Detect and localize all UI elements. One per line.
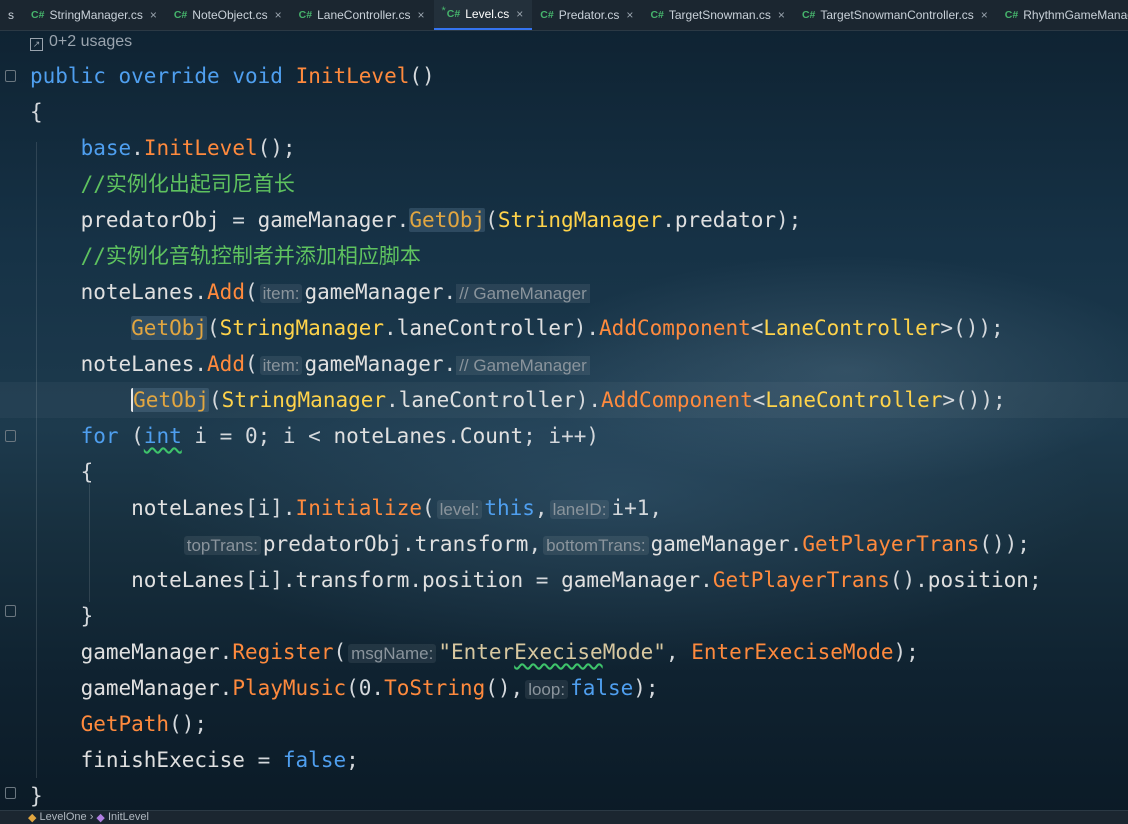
- class-icon: ◆: [28, 812, 37, 824]
- parameter-hint: msgName:: [348, 644, 437, 663]
- close-icon[interactable]: ×: [778, 8, 785, 22]
- code-comment: //实例化音轨控制者并添加相应脚本: [80, 244, 421, 268]
- code-line: }: [30, 784, 43, 808]
- tab-label: TargetSnowman.cs: [668, 8, 771, 22]
- editor-tab-bar: s C# StringManager.cs × C# NoteObject.cs…: [0, 0, 1128, 31]
- parameter-hint: bottomTrans:: [543, 536, 649, 555]
- code-line: GetPath();: [80, 712, 208, 736]
- parameter-hint: level:: [436, 500, 483, 519]
- parameter-hint: item:: [259, 356, 303, 375]
- close-icon[interactable]: ×: [981, 8, 988, 22]
- tab-label: Predator.cs: [558, 8, 620, 22]
- code-line-current: GetObj(StringManager.laneController).Add…: [0, 382, 1128, 418]
- tab-level[interactable]: * C# Level.cs ×: [433, 0, 533, 30]
- tab-label: Level.cs: [465, 7, 510, 21]
- code-line: base.InitLevel();: [80, 136, 296, 160]
- csharp-icon: C#: [173, 9, 188, 21]
- code-line: for (int i = 0; i < noteLanes.Count; i++…: [80, 424, 599, 448]
- csharp-icon: C#: [540, 9, 554, 21]
- tab-targetsnowmancontroller[interactable]: C# TargetSnowmanController.cs ×: [794, 0, 997, 30]
- code-editor[interactable]: public override void InitLevel() { base.…: [0, 30, 1128, 810]
- code-line: noteLanes.Add(item: gameManager.// GameMa…: [30, 346, 590, 382]
- tab-noteobject[interactable]: C# NoteObject.cs ×: [166, 0, 291, 30]
- breadcrumb: ◆ LevelOne › ◆ InitLevel: [0, 810, 1128, 824]
- csharp-icon: C#: [446, 8, 461, 20]
- parameter-hint: laneID:: [549, 500, 610, 519]
- tab-targetsnowman[interactable]: C# TargetSnowman.cs ×: [642, 0, 794, 30]
- code-line: predatorObj = gameManager.GetObj(StringM…: [80, 208, 802, 232]
- code-line: noteLanes[i].Initialize(level: this, laneI…: [131, 496, 663, 520]
- close-icon[interactable]: ×: [275, 8, 282, 22]
- code-line: public override void InitLevel(): [30, 64, 435, 88]
- tab-partial[interactable]: s: [0, 0, 23, 30]
- tab-label: StringManager.cs: [49, 8, 143, 22]
- code-line: noteLanes.Add(item: gameManager.// GameMa…: [30, 274, 590, 310]
- code-line: gameManager.PlayMusic(0.ToString(), loop:…: [80, 676, 659, 700]
- code-line: gameManager.Register(msgName: "EnterExeci…: [80, 640, 919, 664]
- tab-stringmanager[interactable]: C# StringManager.cs ×: [23, 0, 166, 30]
- tab-label: TargetSnowmanController.cs: [820, 8, 974, 22]
- tab-predator[interactable]: C# Predator.cs ×: [532, 0, 642, 30]
- code-line: {: [80, 460, 94, 484]
- code-line: GetObj(StringManager.laneController).Add…: [131, 316, 1004, 340]
- tab-label: LaneController.cs: [317, 8, 411, 22]
- close-icon[interactable]: ×: [418, 8, 425, 22]
- close-icon[interactable]: ×: [516, 7, 523, 21]
- modified-indicator: *: [441, 5, 446, 17]
- code-line: finishExecise = false;: [80, 748, 359, 772]
- tab-label: NoteObject.cs: [192, 8, 268, 22]
- breadcrumb-method[interactable]: InitLevel: [108, 811, 149, 823]
- breadcrumb-class[interactable]: LevelOne: [40, 811, 87, 823]
- code-line: {: [30, 100, 43, 124]
- csharp-icon: C#: [801, 9, 816, 21]
- csharp-icon: C#: [31, 9, 45, 21]
- parameter-hint: topTrans:: [183, 536, 261, 555]
- tab-rhythmgamemanager[interactable]: C# RhythmGameManager.cs: [997, 0, 1128, 30]
- csharp-icon: C#: [298, 9, 313, 21]
- parameter-hint: item:: [259, 284, 303, 303]
- code-line: noteLanes[i].transform.position = gameMa…: [131, 568, 1042, 592]
- inline-type-hint: // GameManager: [456, 356, 590, 375]
- code-comment: //实例化出起司尼首长: [80, 172, 295, 196]
- csharp-icon: C#: [650, 9, 664, 21]
- close-icon[interactable]: ×: [150, 8, 157, 22]
- inline-type-hint: // GameManager: [456, 284, 590, 303]
- text-caret: GetObj: [131, 388, 210, 412]
- close-icon[interactable]: ×: [626, 8, 633, 22]
- tab-label: s: [8, 8, 14, 22]
- tab-lanecontroller[interactable]: C# LaneController.cs ×: [291, 0, 434, 30]
- code-line: topTrans: predatorObj.transform, bottomTra…: [30, 526, 1030, 562]
- parameter-hint: loop:: [525, 680, 569, 699]
- method-icon: ◆: [96, 812, 105, 824]
- breadcrumb-separator: ›: [89, 811, 94, 823]
- csharp-icon: C#: [1004, 9, 1019, 21]
- code-line: }: [80, 604, 94, 628]
- tab-label: RhythmGameManager.cs: [1023, 8, 1128, 22]
